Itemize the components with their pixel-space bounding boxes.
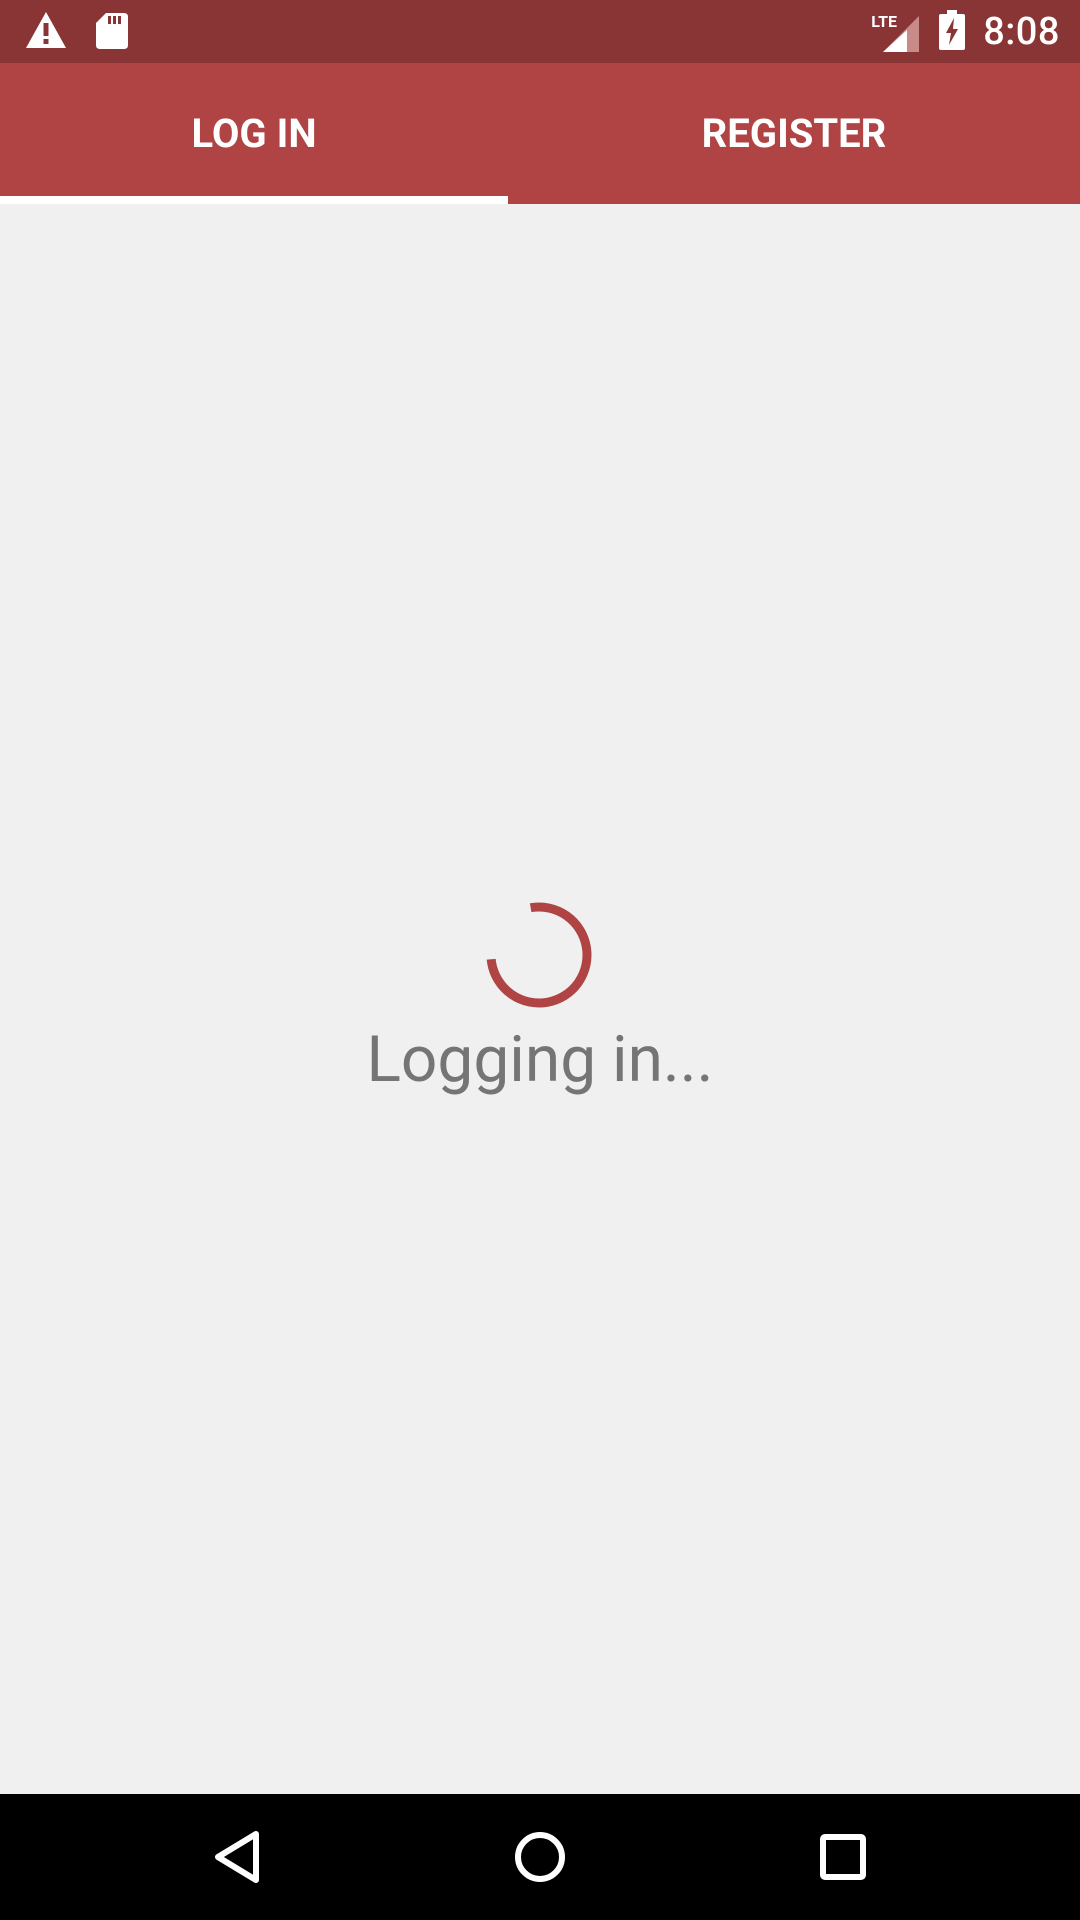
clock: 8:08 (983, 9, 1060, 54)
tab-bar: LOG IN REGISTER (0, 63, 1080, 204)
home-icon[interactable] (507, 1824, 573, 1890)
status-bar: LTE 8:08 (0, 0, 1080, 63)
tab-log-in-label: LOG IN (191, 110, 317, 157)
tab-selection-indicator (0, 196, 508, 204)
network-label: LTE (871, 11, 897, 31)
recents-icon[interactable] (810, 1824, 876, 1890)
lte-signal-icon: LTE (871, 12, 921, 52)
tab-log-in[interactable]: LOG IN (0, 63, 508, 204)
loading-spinner (484, 900, 594, 1010)
back-icon[interactable] (204, 1824, 270, 1890)
sd-card-icon (96, 11, 128, 53)
battery-charging-icon (939, 9, 966, 54)
navigation-bar (0, 1794, 1080, 1920)
warning-icon (24, 10, 68, 54)
tab-register[interactable]: REGISTER (508, 63, 1080, 204)
tab-register-label: REGISTER (701, 110, 887, 157)
loading-message: Logging in... (366, 1022, 714, 1097)
